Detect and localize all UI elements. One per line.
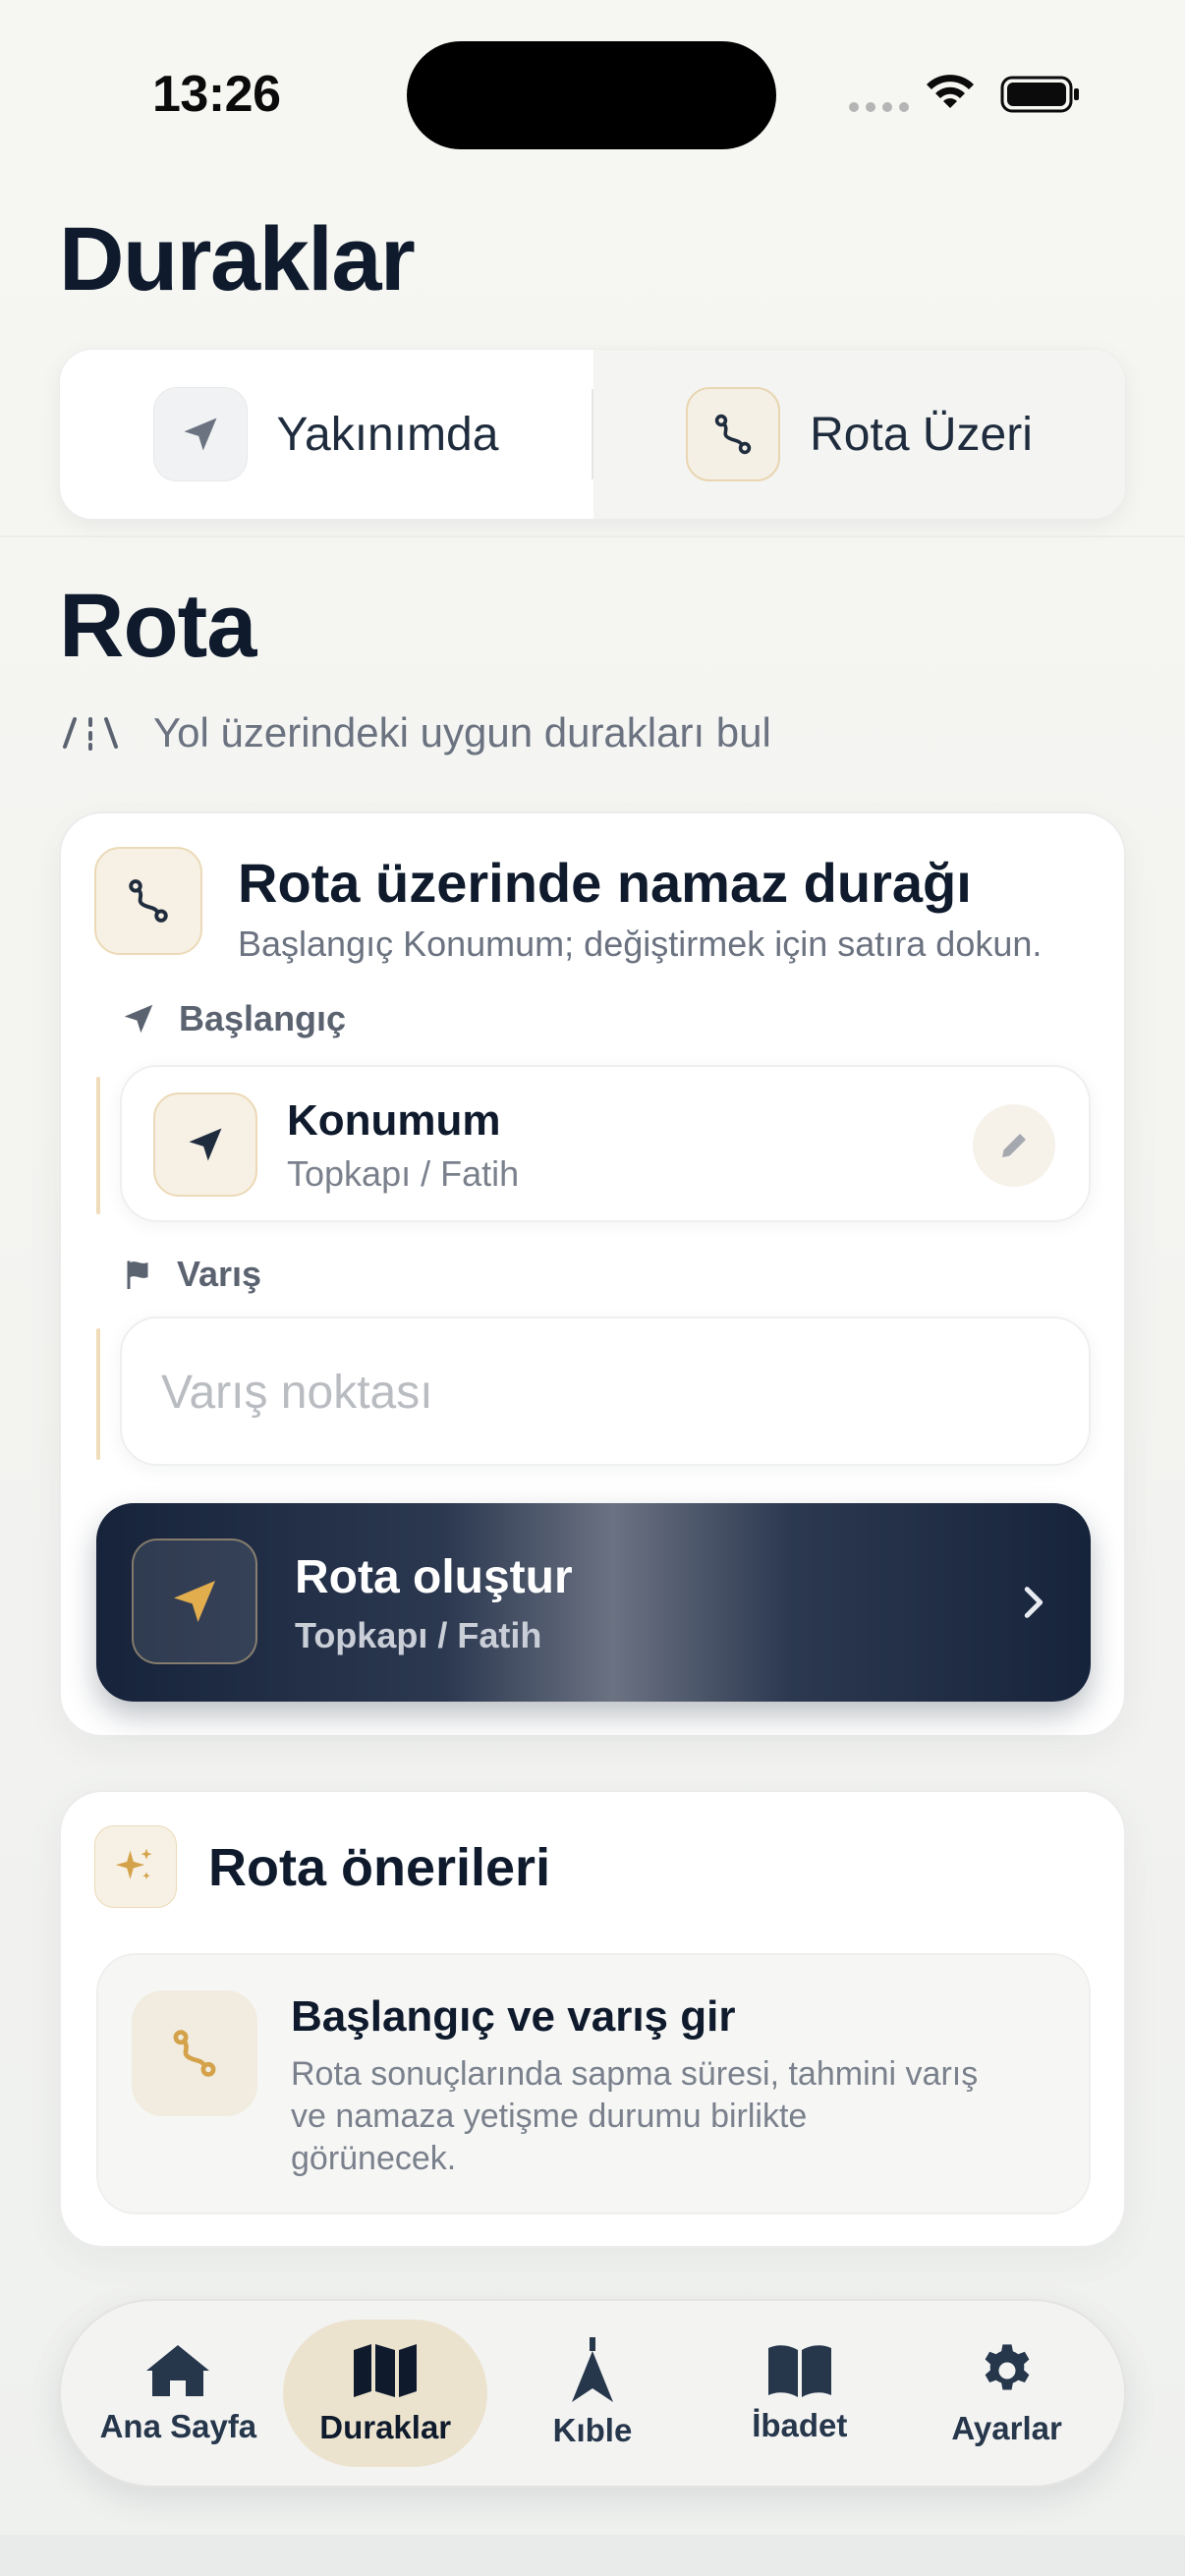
empty-text: Rota sonuçlarında sapma süresi, tahmini …	[291, 2055, 979, 2177]
accent-line	[96, 1077, 100, 1214]
status-time: 13:26	[152, 66, 281, 123]
route-icon	[94, 847, 202, 955]
edit-origin-button[interactable]	[973, 1104, 1055, 1187]
location-arrow-icon	[152, 387, 248, 481]
segment-label: Rota Üzeri	[810, 408, 1033, 461]
gear-icon	[985, 2344, 1029, 2390]
book-icon	[767, 2345, 831, 2397]
navigation-arrow-icon	[132, 1539, 257, 1664]
origin-label: Başlangıç	[120, 998, 346, 1039]
origin-subtitle: Topkapı / Fatih	[287, 1153, 520, 1194]
signal-icon	[849, 102, 909, 112]
cta-subtitle: Topkapı / Fatih	[295, 1615, 542, 1655]
card-title: Rota önerileri	[208, 1838, 551, 1897]
route-suggestions-card: Rota önerileri Başlangıç ve varış gir Ro…	[59, 1790, 1126, 2248]
battery-icon	[1000, 76, 1079, 113]
card-subtitle: Başlangıç Konumum; değiştirmek için satı…	[238, 924, 1043, 964]
section-subtitle: Yol üzerindeki uygun durakları bul	[61, 709, 771, 756]
qibla-icon	[571, 2337, 613, 2402]
tab-stops[interactable]: Duraklar	[283, 2320, 488, 2467]
home-icon	[146, 2345, 210, 2396]
map-icon	[354, 2344, 418, 2397]
section-title: Rota	[59, 576, 256, 676]
accent-line	[96, 1328, 100, 1460]
cta-title: Rota oluştur	[295, 1551, 573, 1603]
pencil-icon	[1002, 1134, 1026, 1157]
status-bar: 13:26	[0, 0, 1185, 177]
segment-on-route[interactable]: Rota Üzeri	[593, 350, 1125, 519]
origin-title: Konumum	[287, 1096, 501, 1145]
tab-settings[interactable]: Ayarlar	[905, 2320, 1109, 2467]
page-title: Duraklar	[59, 209, 416, 309]
wifi-icon	[927, 75, 974, 108]
segment-label: Yakınımda	[276, 408, 499, 461]
route-card: Rota üzerinde namaz durağı Başlangıç Kon…	[59, 812, 1126, 1737]
flag-icon	[127, 1260, 148, 1289]
tab-qibla[interactable]: Kıble	[490, 2320, 695, 2467]
destination-label: Varış	[120, 1254, 261, 1295]
segmented-control: Yakınımda Rota Üzeri	[59, 349, 1126, 520]
destination-field[interactable]	[120, 1316, 1091, 1466]
bottom-safe-area	[0, 2535, 1185, 2576]
road-icon	[63, 717, 118, 751]
location-arrow-icon	[124, 1004, 153, 1034]
route-icon	[686, 387, 781, 481]
create-route-button[interactable]: Rota oluştur Topkapı / Fatih	[96, 1503, 1091, 1702]
divider	[0, 535, 1185, 537]
sparkles-icon	[94, 1825, 177, 1908]
empty-state: Başlangıç ve varış gir Rota sonuçlarında…	[96, 1953, 1091, 2214]
tab-worship[interactable]: İbadet	[698, 2320, 902, 2467]
origin-row[interactable]: Konumum Topkapı / Fatih	[120, 1065, 1091, 1222]
tab-home[interactable]: Ana Sayfa	[76, 2320, 280, 2467]
card-title: Rota üzerinde namaz durağı	[238, 852, 972, 914]
subtitle-text: Yol üzerindeki uygun durakları bul	[153, 709, 771, 756]
destination-input[interactable]	[161, 1358, 1045, 1427]
chevron-right-icon	[1024, 1587, 1044, 1618]
navigation-arrow-icon	[153, 1092, 257, 1197]
route-icon	[132, 1990, 257, 2116]
empty-title: Başlangıç ve varış gir	[291, 1992, 736, 2041]
dynamic-island	[407, 41, 776, 149]
tab-bar: Ana Sayfa Duraklar Kıble İbadet Ayarlar	[59, 2299, 1126, 2488]
segment-nearby[interactable]: Yakınımda	[60, 350, 592, 519]
